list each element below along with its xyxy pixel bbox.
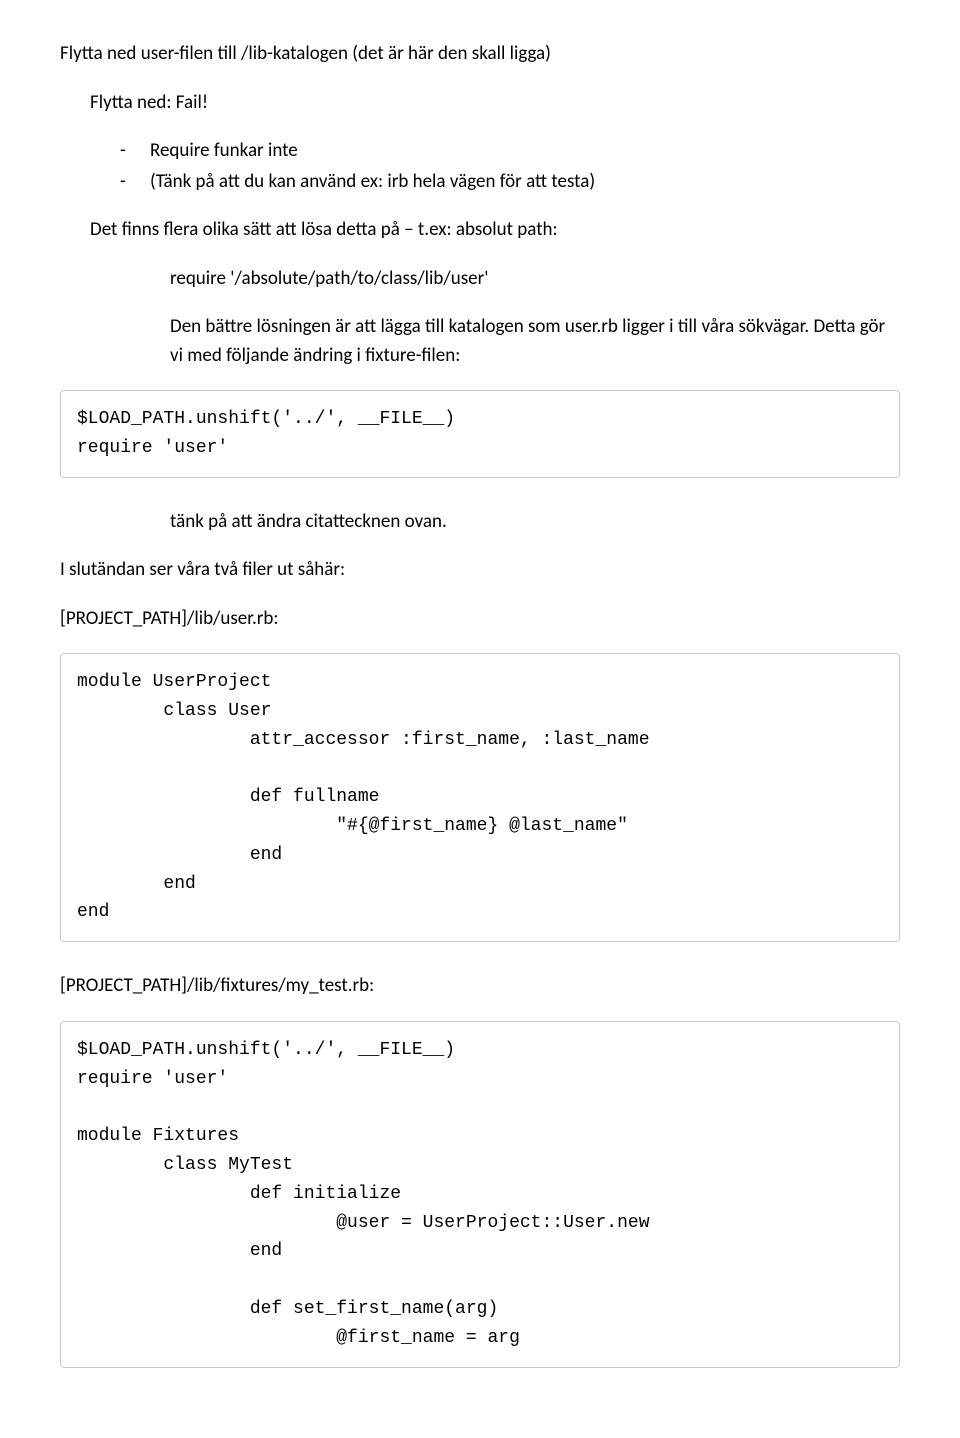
paragraph: [PROJECT_PATH]/lib/fixtures/my_test.rb: [60, 972, 900, 1001]
dash-icon: - [120, 168, 150, 197]
list-item-text: Require funkar inte [150, 137, 900, 166]
paragraph: Den bättre lösningen är att lägga till k… [170, 313, 900, 370]
dash-icon: - [120, 137, 150, 166]
paragraph: Flytta ned: Fail! [90, 89, 900, 118]
paragraph: [PROJECT_PATH]/lib/user.rb: [60, 605, 900, 634]
code-block: module UserProject class User attr_acces… [60, 653, 900, 942]
code-block: $LOAD_PATH.unshift('../', __FILE__) requ… [60, 1021, 900, 1368]
list-item: - Require funkar inte [120, 137, 900, 166]
paragraph: Det finns flera olika sätt att lösa dett… [90, 216, 900, 245]
paragraph: require '/absolute/path/to/class/lib/use… [170, 265, 900, 294]
list-item: - (Tänk på att du kan använd ex: irb hel… [120, 168, 900, 197]
paragraph: I slutändan ser våra två filer ut såhär: [60, 556, 900, 585]
code-block: $LOAD_PATH.unshift('../', __FILE__) requ… [60, 390, 900, 478]
paragraph: tänk på att ändra citattecknen ovan. [170, 508, 900, 537]
list-item-text: (Tänk på att du kan använd ex: irb hela … [150, 168, 900, 197]
paragraph: Flytta ned user-filen till /lib-kataloge… [60, 40, 900, 69]
